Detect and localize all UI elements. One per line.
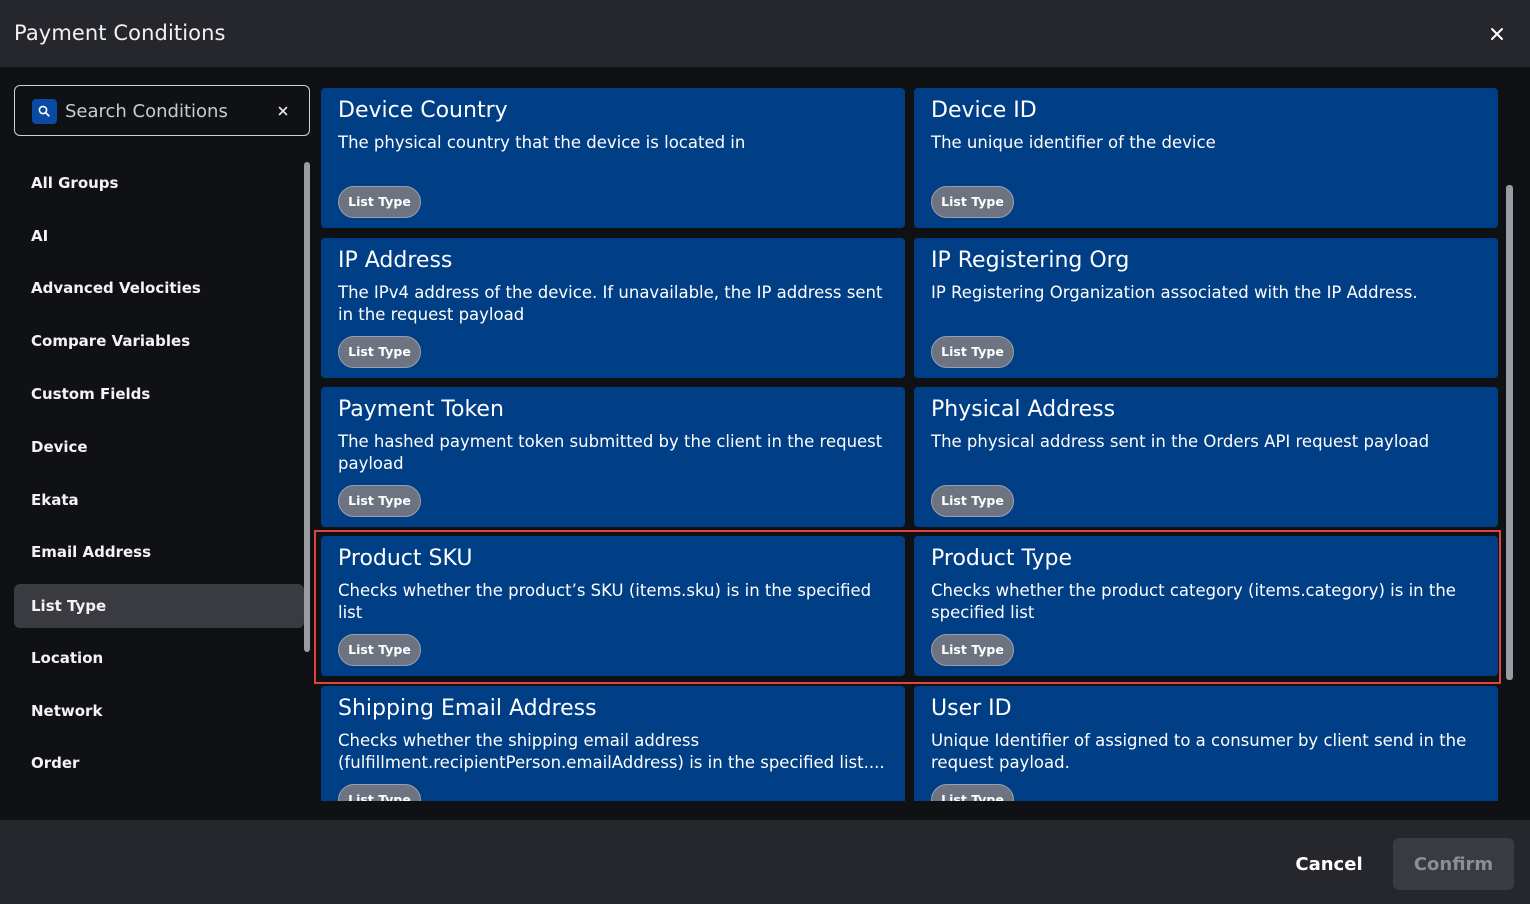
card-title: Product SKU [338,546,473,571]
sidebar-item-list-type[interactable]: List Type [14,584,304,628]
card-title: IP Registering Org [931,248,1130,273]
close-button[interactable] [1483,20,1511,48]
card-badge: List Type [338,784,421,801]
dialog-header: Payment Conditions [0,0,1530,67]
condition-card-payment-token[interactable]: Payment Token The hashed payment token s… [321,387,905,527]
condition-card-device-country[interactable]: Device Country The physical country that… [321,88,905,228]
card-badge: List Type [931,186,1014,218]
payment-conditions-dialog: Payment Conditions All Groups AI Advance… [0,0,1530,904]
card-badge: List Type [338,485,421,517]
conditions-scrollbar[interactable] [1506,185,1513,680]
search-icon [32,99,57,124]
sidebar-item-label: Compare Variables [31,332,191,350]
sidebar-item-advanced-velocities[interactable]: Advanced Velocities [14,266,304,310]
card-description: The physical country that the device is … [338,133,746,152]
cancel-button[interactable]: Cancel [1283,838,1375,890]
dialog-title: Payment Conditions [14,21,226,45]
card-description: The physical address sent in the Orders … [931,432,1430,451]
condition-groups-sidebar: All Groups AI Advanced Velocities Compar… [14,157,304,802]
condition-card-physical-address[interactable]: Physical Address The physical address se… [914,387,1498,527]
card-badge: List Type [338,336,421,368]
card-title: Device Country [338,98,508,123]
clear-search-button[interactable] [273,101,293,121]
sidebar-item-ekata[interactable]: Ekata [14,478,304,522]
card-description: The unique identifier of the device [931,133,1216,152]
condition-card-product-type[interactable]: Product Type Checks whether the product … [914,536,1498,676]
card-badge: List Type [931,485,1014,517]
clear-icon [278,106,288,116]
sidebar-item-device[interactable]: Device [14,425,304,469]
card-title: Physical Address [931,397,1116,422]
dialog-footer: Cancel Confirm [0,820,1530,904]
confirm-button[interactable]: Confirm [1393,838,1514,890]
card-title: Product Type [931,546,1073,571]
sidebar-item-custom-fields[interactable]: Custom Fields [14,372,304,416]
sidebar-item-compare-variables[interactable]: Compare Variables [14,319,304,363]
condition-card-shipping-email-address[interactable]: Shipping Email Address Checks whether th… [321,686,905,801]
close-icon [1491,28,1503,40]
card-badge: List Type [931,784,1014,801]
card-description: The IPv4 address of the device. If unava… [338,283,883,324]
sidebar-item-all-groups[interactable]: All Groups [14,161,304,205]
sidebar-item-location[interactable]: Location [14,636,304,680]
sidebar-item-order[interactable]: Order [14,741,304,785]
condition-card-device-id[interactable]: Device ID The unique identifier of the d… [914,88,1498,228]
sidebar-item-label: Custom Fields [31,385,151,403]
card-description: The hashed payment token submitted by th… [338,432,883,473]
sidebar-item-label: Advanced Velocities [31,279,201,297]
card-badge: List Type [931,336,1014,368]
card-description: Checks whether the product’s SKU (items.… [338,581,872,622]
sidebar-item-label: Email Address [31,543,152,561]
sidebar-item-label: Network [31,702,103,720]
search-input[interactable] [65,96,270,126]
sidebar-scrollbar[interactable] [304,162,310,652]
sidebar-item-network[interactable]: Network [14,689,304,733]
condition-card-user-id[interactable]: User ID Unique Identifier of assigned to… [914,686,1498,801]
sidebar-item-label: AI [31,227,49,245]
conditions-grid: Device Country The physical country that… [321,88,1501,801]
sidebar-item-label: Order [31,754,80,772]
search-box[interactable] [14,85,310,136]
card-badge: List Type [338,186,421,218]
card-badge: List Type [931,634,1014,666]
card-title: Device ID [931,98,1037,123]
card-title: Shipping Email Address [338,696,597,721]
sidebar-item-label: Ekata [31,491,79,509]
sidebar-item-label: All Groups [31,174,119,192]
card-title: Payment Token [338,397,504,422]
sidebar-item-label: Device [31,438,88,456]
card-description: Unique Identifier of assigned to a consu… [931,731,1467,772]
sidebar-item-ai[interactable]: AI [14,214,304,258]
card-description: IP Registering Organization associated w… [931,283,1418,302]
card-description: Checks whether the shipping email addres… [338,731,885,772]
condition-card-product-sku[interactable]: Product SKU Checks whether the product’s… [321,536,905,676]
sidebar-item-label: List Type [31,597,107,615]
card-description: Checks whether the product category (ite… [931,581,1456,622]
card-title: IP Address [338,248,453,273]
condition-card-ip-registering-org[interactable]: IP Registering Org IP Registering Organi… [914,238,1498,378]
card-title: User ID [931,696,1012,721]
sidebar-item-label: Location [31,649,104,667]
sidebar-item-email-address[interactable]: Email Address [14,530,304,574]
condition-card-ip-address[interactable]: IP Address The IPv4 address of the devic… [321,238,905,378]
card-badge: List Type [338,634,421,666]
